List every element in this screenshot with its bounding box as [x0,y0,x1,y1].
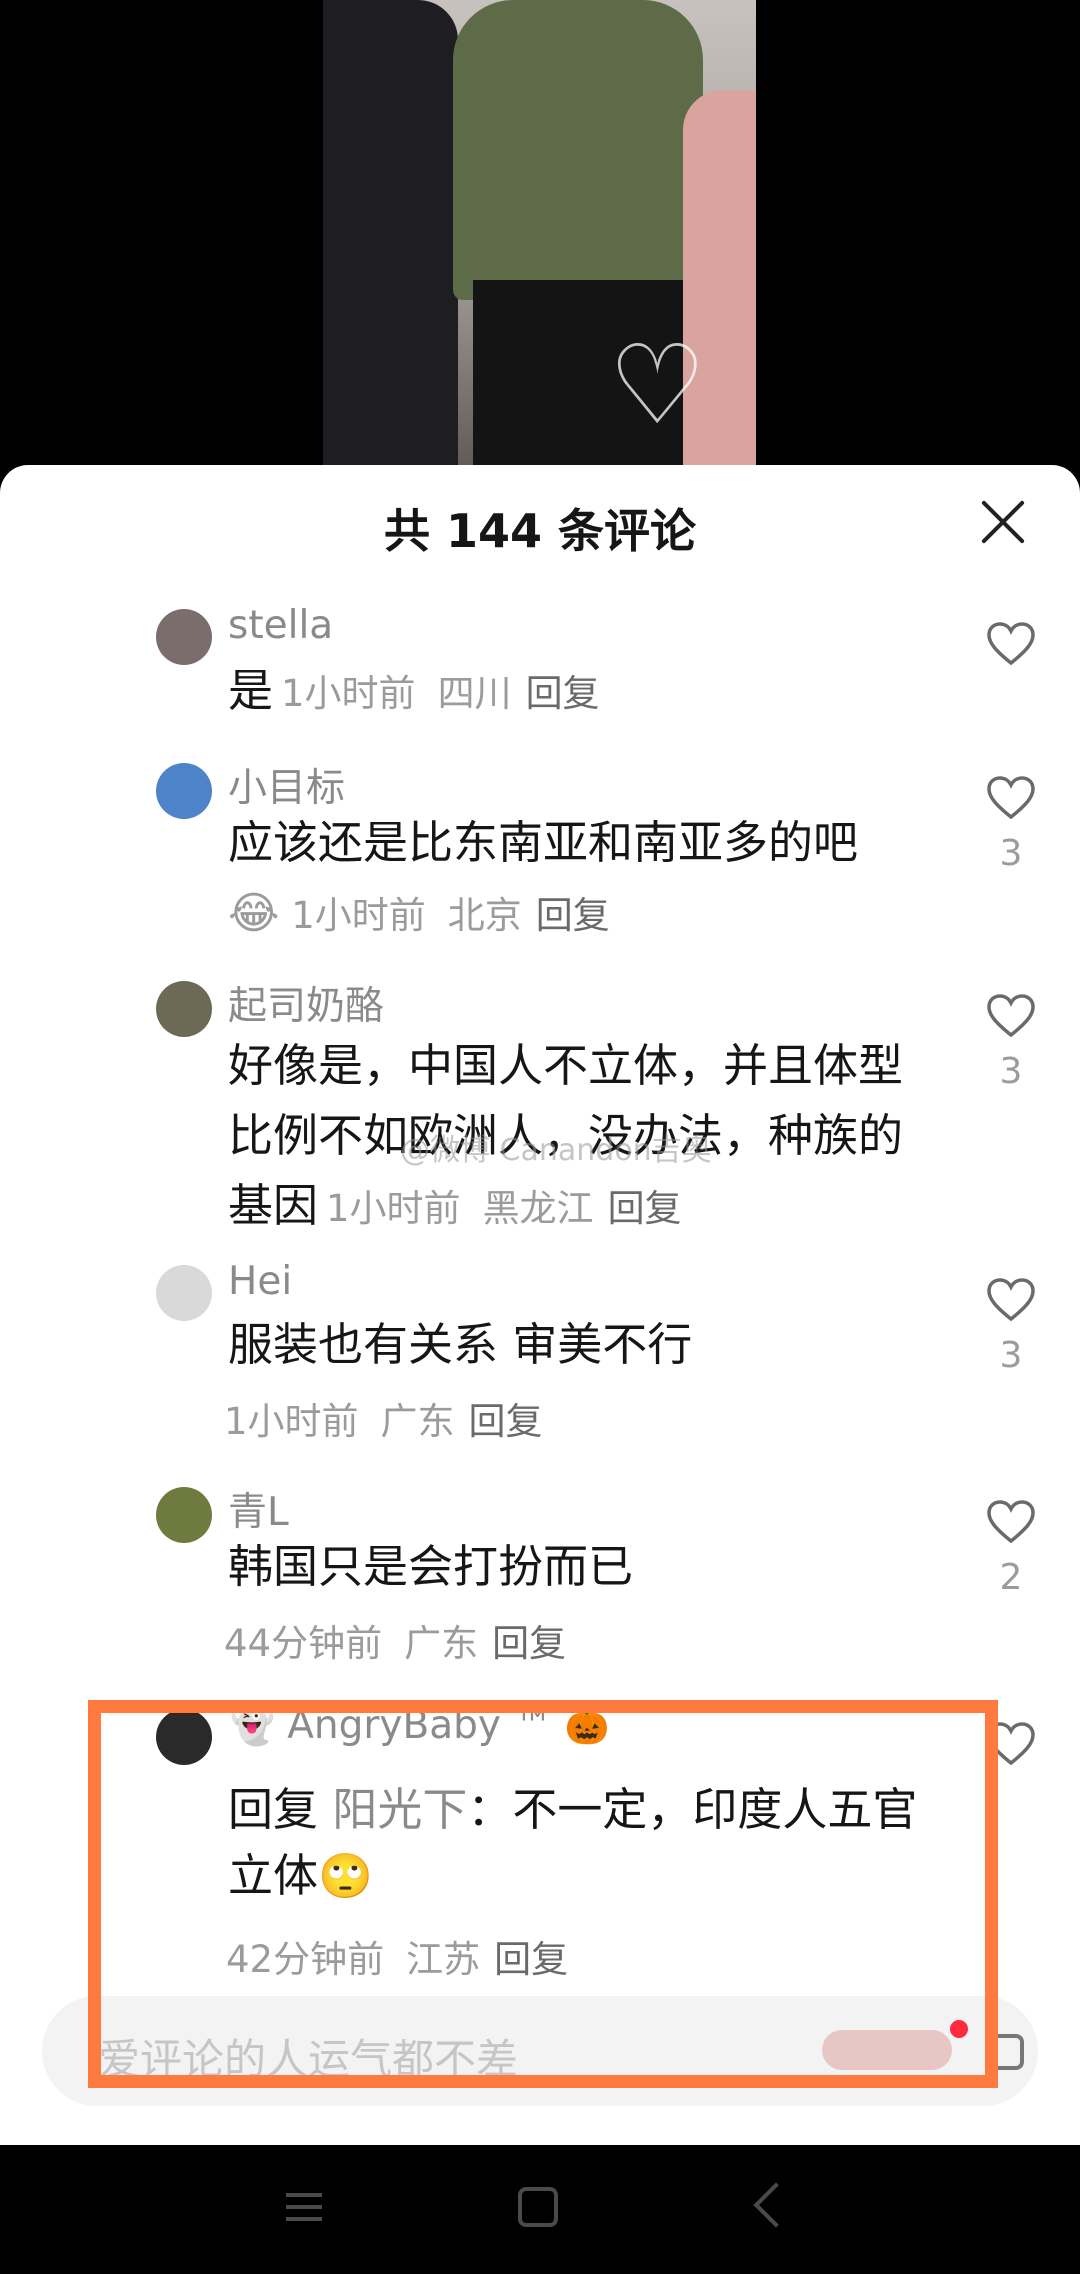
video-player[interactable]: ♡ [0,0,1080,480]
avatar[interactable] [156,609,212,665]
watermark: @微博 Canandon吉奥 [400,1133,712,1168]
comment-username[interactable]: 小目标 [228,757,345,813]
like-heart-icon[interactable] [986,775,1036,821]
comment-location: 北京 [447,894,522,937]
video-frame: ♡ [323,0,756,480]
comment-body: 服装也有关系 审美不行 [228,1318,693,1371]
comment-meta: 1小时前 广东 回复 [224,1391,543,1445]
comment-body: 是 [228,664,274,717]
menu-icon[interactable] [286,2193,322,2221]
panel-title: 共 144 条评论 [383,504,697,558]
reply-button[interactable]: 回复 [469,1400,543,1443]
reply-button[interactable]: 回复 [608,1187,682,1230]
video-person-left [323,0,458,480]
avatar[interactable] [156,1487,212,1543]
comment-body: 应该还是比东南亚和南亚多的吧 [228,816,859,869]
comment-username[interactable]: Hei [228,1259,292,1304]
reply-button[interactable]: 回复 [536,894,610,937]
like-count: 2 [999,1557,1023,1598]
comment-username[interactable]: 起司奶酪 [228,975,384,1031]
comment-location: 广东 [380,1400,455,1443]
comment-meta: 1小时前 黑龙江 回复 [326,1187,682,1230]
avatar[interactable] [156,981,212,1037]
system-nav-bar [0,2145,1080,2274]
comment-meta: 44分钟前 广东 回复 [224,1613,566,1667]
comment-body: 韩国只是会打扮而已 [228,1540,634,1593]
like-count: 3 [999,833,1023,874]
close-icon[interactable] [978,497,1028,547]
comment-time: 1小时前 [291,894,426,937]
comment-username[interactable]: 青L [228,1481,289,1537]
avatar[interactable] [156,1265,212,1321]
comment-time: 44分钟前 [224,1622,383,1665]
comment-text: 是 1小时前 四川 回复 [228,659,938,726]
comment-time: 1小时前 [326,1187,461,1230]
highlight-box [88,1700,998,2088]
reply-button[interactable]: 回复 [526,672,600,715]
comment-location: 广东 [404,1622,479,1665]
comment-username[interactable]: stella [228,603,333,648]
like-heart-icon[interactable] [986,993,1036,1039]
like-count: 3 [999,1335,1023,1376]
comment-meta: 1小时前 四川 回复 [281,672,600,715]
comment-meta: 😂 1小时前 北京 回复 [228,885,610,939]
comment-location: 四川 [437,672,512,715]
like-heart-icon[interactable] [986,1499,1036,1545]
home-icon[interactable] [518,2187,558,2227]
heart-sticker-icon: ♡ [608,321,707,449]
like-count: 3 [999,1051,1023,1092]
like-heart-icon[interactable] [986,621,1036,667]
like-heart-icon[interactable] [986,1277,1036,1323]
comment-time: 1小时前 [224,1400,359,1443]
reply-button[interactable]: 回复 [492,1622,566,1665]
comment-time: 1小时前 [281,672,416,715]
video-person-center [453,0,703,300]
laughing-cry-emoji-icon: 😂 [228,888,280,939]
back-icon[interactable] [753,2182,799,2228]
comment-location: 黑龙江 [482,1187,594,1230]
avatar[interactable] [156,763,212,819]
